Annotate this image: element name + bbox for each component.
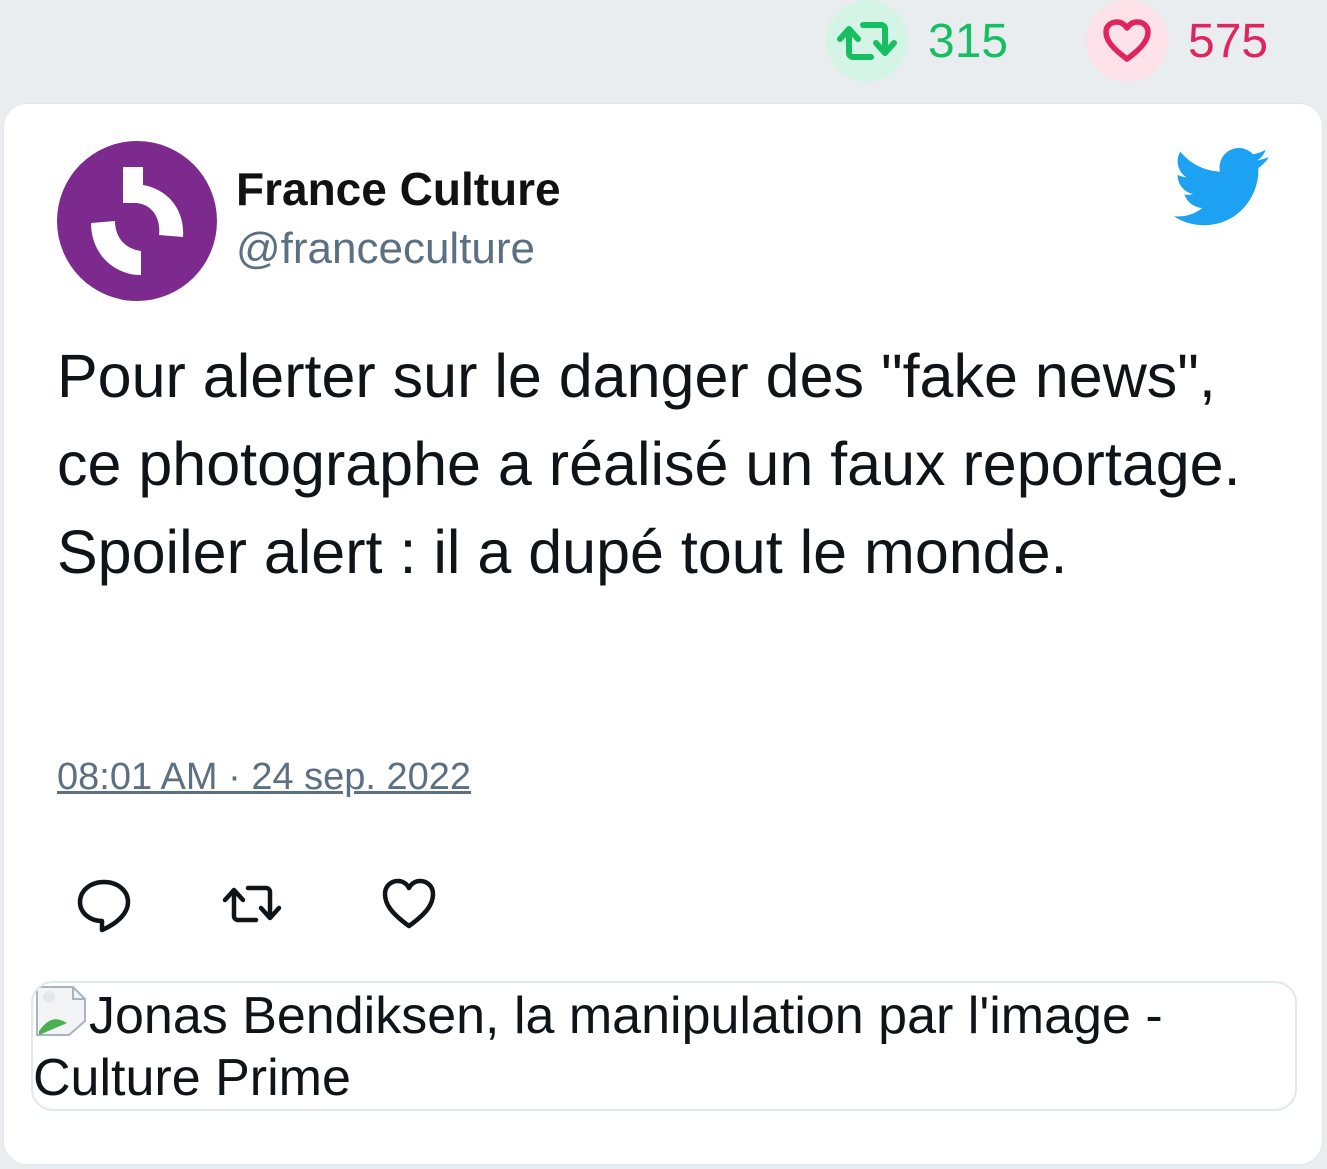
twitter-bird-icon[interactable]: [1174, 148, 1270, 226]
link-preview-card[interactable]: Jonas Bendiksen, la manipulation par l'i…: [31, 981, 1297, 1111]
broken-image-icon: [33, 983, 89, 1039]
retweet-stat[interactable]: 315: [826, 0, 1008, 82]
retweet-icon[interactable]: [826, 0, 908, 82]
like-stat[interactable]: 575: [1086, 0, 1268, 82]
tweet-card: France Culture @franceculture Pour alert…: [3, 103, 1323, 1165]
heart-action-icon[interactable]: [379, 874, 439, 934]
author-name[interactable]: France Culture: [236, 162, 561, 216]
tweet-text: Pour alerter sur le danger des "fake new…: [57, 342, 1241, 586]
tweet-timestamp[interactable]: 08:01 AM · 24 sep. 2022: [57, 756, 471, 799]
heart-icon[interactable]: [1086, 0, 1168, 82]
retweet-count: 315: [928, 14, 1009, 68]
like-count: 575: [1188, 14, 1269, 68]
engagement-stats: 315 575: [0, 0, 1327, 90]
link-preview-image-alt[interactable]: Jonas Bendiksen, la manipulation par l'i…: [33, 983, 1283, 1109]
link-preview-title: Jonas Bendiksen, la manipulation par l'i…: [33, 987, 1163, 1107]
retweet-action-icon[interactable]: [220, 874, 282, 934]
avatar[interactable]: [57, 141, 217, 301]
reply-icon[interactable]: [74, 874, 134, 934]
author-handle[interactable]: @franceculture: [236, 224, 535, 274]
